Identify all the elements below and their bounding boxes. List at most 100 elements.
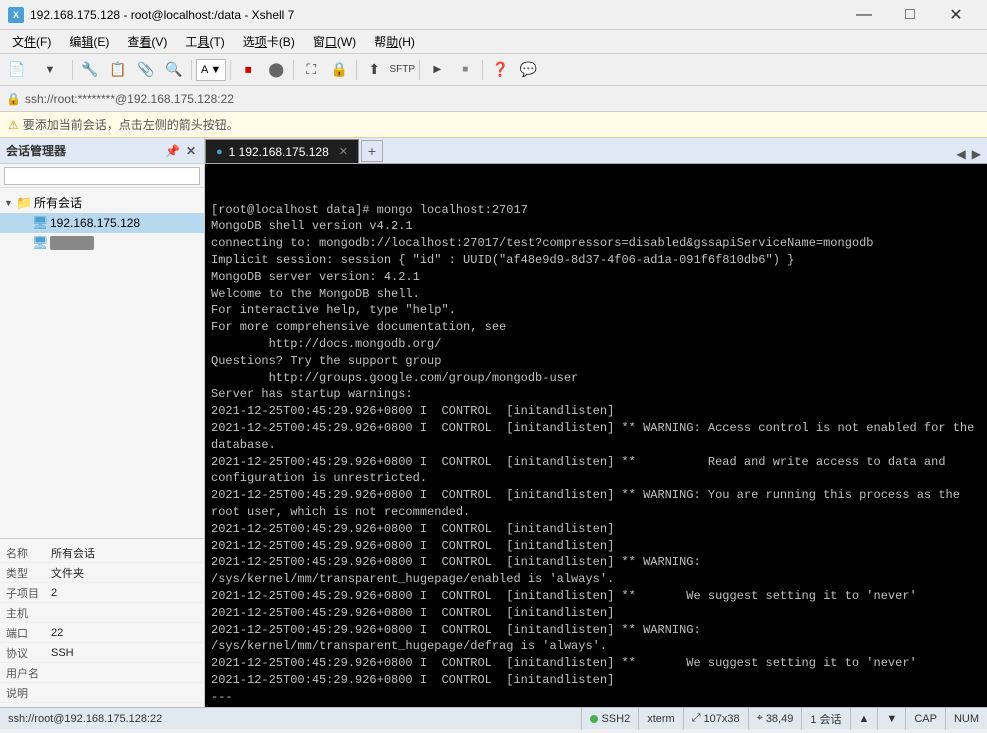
prop-key-children: 子项目 [6, 585, 51, 601]
menu-file[interactable]: 文件(F) [4, 31, 59, 53]
status-ssh2: SSH2 [581, 708, 638, 730]
record-button[interactable]: ⬤ [263, 57, 289, 83]
toolbar-sep-1 [72, 60, 73, 80]
lock-button[interactable]: 🔒 [326, 57, 352, 83]
sidebar-header: 会话管理器 📌 ✕ [0, 138, 204, 164]
window-title: 192.168.175.128 - root@localhost:/data -… [30, 8, 294, 22]
prop-row-type: 类型 文件夹 [0, 563, 204, 583]
menu-tabs[interactable]: 选项卡(B) [235, 31, 303, 53]
prop-row-username: 用户名 [0, 663, 204, 683]
folder-icon: 📁 [16, 195, 34, 211]
menu-view[interactable]: 查看(V) [119, 31, 175, 53]
tab-prev-button[interactable]: ◀ [955, 145, 968, 163]
new-button[interactable]: ▼ [32, 57, 68, 83]
status-up-button[interactable]: ▲ [850, 708, 878, 730]
prop-val-type: 文件夹 [51, 565, 84, 581]
disconnect-button[interactable]: ■ [452, 57, 478, 83]
status-cursor-label: 38,49 [766, 713, 794, 725]
status-size: ⤢ 107x38 [683, 708, 748, 730]
prop-row-host: 主机 [0, 603, 204, 623]
status-down-button[interactable]: ▼ [877, 708, 905, 730]
status-xterm-label: xterm [647, 713, 675, 725]
sidebar-close-icon[interactable]: ✕ [184, 144, 198, 158]
add-tab-button[interactable]: + [361, 140, 383, 162]
notification-bar: ⚠ 要添加当前会话，点击左侧的箭头按钮。 [0, 112, 987, 138]
status-right: SSH2 xterm ⤢ 107x38 ⌖ 38,49 1 会话 ▲ ▼ CAP… [581, 708, 987, 730]
close-button[interactable]: ✕ [933, 0, 979, 30]
prop-key-name: 名称 [6, 545, 51, 561]
prop-key-username: 用户名 [6, 665, 51, 681]
tree-item-server2[interactable]: 🖥 ■■■■■■ [0, 233, 204, 253]
properties-panel: 名称 所有会话 类型 文件夹 子项目 2 主机 端口 22 协议 SSH [0, 538, 204, 707]
prop-row-port: 端口 22 [0, 623, 204, 643]
transfer-button[interactable]: ⬆ [361, 57, 387, 83]
resize-icon: ⤢ [692, 712, 701, 725]
prop-key-port: 端口 [6, 625, 51, 641]
menu-bar: 文件(F) 编辑(E) 查看(V) 工具(T) 选项卡(B) 窗口(W) 帮助(… [0, 30, 987, 54]
app-icon: X [8, 7, 24, 23]
copy-button[interactable]: 📋 [105, 57, 131, 83]
prop-row-children: 子项目 2 [0, 583, 204, 603]
minimize-button[interactable]: — [841, 0, 887, 30]
tab-icon: ● [216, 146, 223, 158]
sidebar-pin-icon[interactable]: 📌 [163, 144, 182, 158]
tab-label: 1 192.168.175.128 [229, 145, 329, 159]
prop-val-port: 22 [51, 627, 63, 639]
connect-button[interactable]: ▶ [424, 57, 450, 83]
menu-help[interactable]: 帮助(H) [366, 31, 423, 53]
status-num: NUM [945, 708, 987, 730]
chat-button[interactable]: 💬 [515, 57, 541, 83]
title-bar-left: X 192.168.175.128 - root@localhost:/data… [8, 7, 294, 23]
screen-button[interactable]: ⛶ [298, 57, 324, 83]
new-file-button[interactable]: 📄 [4, 57, 30, 83]
status-cap-label: CAP [914, 713, 937, 725]
toolbar-sep-4 [293, 60, 294, 80]
status-size-label: 107x38 [704, 713, 740, 725]
maximize-button[interactable]: □ [887, 0, 933, 30]
tab-next-button[interactable]: ▶ [970, 145, 983, 163]
status-sessions-label: 1 会话 [810, 711, 841, 727]
terminal-content[interactable]: [root@localhost data]# mongo localhost:2… [205, 164, 987, 707]
server-icon-1: 🖥 [32, 215, 50, 231]
font-dropdown[interactable]: A▼ [196, 59, 226, 81]
toolbar-sep-3 [230, 60, 231, 80]
tab-nav: ◀ ▶ [955, 145, 987, 163]
tree-label-server2: ■■■■■■ [50, 236, 94, 250]
tab-close-icon[interactable]: ✕ [339, 145, 348, 158]
address-text: ssh://root:********@192.168.175.128:22 [25, 92, 234, 106]
status-bar: ssh://root@192.168.175.128:22 SSH2 xterm… [0, 707, 987, 729]
help-button[interactable]: ❓ [487, 57, 513, 83]
sidebar-search-input[interactable] [4, 167, 200, 185]
toolbar-sep-6 [419, 60, 420, 80]
menu-edit[interactable]: 编辑(E) [61, 31, 117, 53]
toolbar: 📄 ▼ 🔧 📋 📎 🔍 A▼ ⏹ ⬤ ⛶ 🔒 ⬆ SFTP ▶ ■ ❓ 💬 [0, 54, 987, 86]
sidebar-header-icons: 📌 ✕ [163, 144, 198, 158]
tree-item-all-sessions[interactable]: ▼ 📁 所有会话 [0, 192, 204, 213]
stop-button[interactable]: ⏹ [235, 57, 261, 83]
prop-val-protocol: SSH [51, 647, 74, 659]
prop-key-type: 类型 [6, 565, 51, 581]
sftp-button[interactable]: SFTP [389, 57, 415, 83]
status-xterm: xterm [638, 708, 683, 730]
status-ssh2-label: SSH2 [601, 713, 630, 725]
prop-val-children: 2 [51, 587, 57, 599]
paste-button[interactable]: 📎 [133, 57, 159, 83]
prop-key-protocol: 协议 [6, 645, 51, 661]
prop-val-name: 所有会话 [51, 545, 95, 561]
find-button[interactable]: 🔍 [161, 57, 187, 83]
menu-window[interactable]: 窗口(W) [305, 31, 364, 53]
status-sessions: 1 会话 [801, 708, 849, 730]
status-dot-green [590, 715, 598, 723]
main-area: 会话管理器 📌 ✕ ▼ 📁 所有会话 🖥 192.168.175.128 [0, 138, 987, 707]
menu-tools[interactable]: 工具(T) [177, 31, 232, 53]
cursor-icon: ⌖ [757, 712, 763, 725]
properties-button[interactable]: 🔧 [77, 57, 103, 83]
toolbar-sep-7 [482, 60, 483, 80]
tree-item-server1[interactable]: 🖥 192.168.175.128 [0, 213, 204, 233]
tab-1[interactable]: ● 1 192.168.175.128 ✕ [205, 139, 359, 163]
toolbar-sep-2 [191, 60, 192, 80]
terminal-text: [root@localhost data]# mongo localhost:2… [211, 202, 981, 707]
title-bar: X 192.168.175.128 - root@localhost:/data… [0, 0, 987, 30]
notification-icon: ⚠ [8, 118, 19, 132]
window-controls: — □ ✕ [841, 0, 979, 30]
